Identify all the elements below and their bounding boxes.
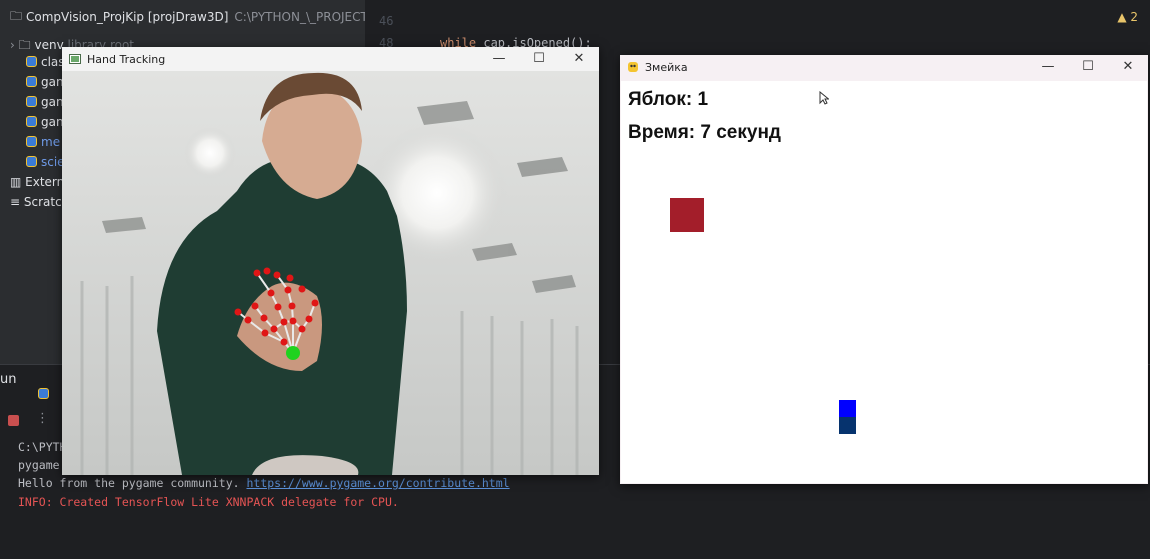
more-options-icon[interactable]: ⋮ xyxy=(36,411,49,426)
library-icon: ▥ xyxy=(10,175,26,189)
console-line: C:\PYTH xyxy=(18,440,67,454)
python-file-icon xyxy=(26,96,37,107)
run-config-tab[interactable] xyxy=(38,383,53,402)
python-file-icon xyxy=(26,116,37,127)
snake-body-segment xyxy=(839,417,856,434)
line-number: 46 xyxy=(379,14,394,28)
tree-item-label: gan xyxy=(41,75,64,89)
elapsed-time: Время: 7 секунд xyxy=(628,122,781,143)
console-link[interactable]: https://www.pygame.org/contribute.html xyxy=(246,476,509,490)
python-file-icon xyxy=(26,136,37,147)
pygame-snake-icon xyxy=(628,62,638,72)
python-file-icon xyxy=(26,56,37,67)
tree-item-file[interactable]: gan xyxy=(26,75,64,89)
folder-icon: 🗀 xyxy=(18,38,31,52)
window-controls: — ☐ ✕ xyxy=(1028,55,1148,79)
tree-item-file[interactable]: gan xyxy=(26,95,64,109)
tree-item-file[interactable]: me xyxy=(26,135,60,149)
folder-icon: 🗀 xyxy=(10,8,23,23)
close-button[interactable]: ✕ xyxy=(559,47,599,71)
python-file-icon xyxy=(38,388,49,399)
tree-item-label: Extern xyxy=(25,175,65,189)
warning-count: 2 xyxy=(1130,10,1138,24)
apple-score: Яблок: 1 xyxy=(628,89,709,110)
console-line: pygame xyxy=(18,458,60,472)
run-tab-label: un xyxy=(0,372,17,387)
window-title: Hand Tracking xyxy=(87,52,166,66)
chevron-right-icon: › xyxy=(10,38,15,52)
close-button[interactable]: ✕ xyxy=(1108,55,1148,79)
minimize-button[interactable]: — xyxy=(1028,55,1068,79)
scratches-icon: ≡ xyxy=(10,195,24,209)
tree-item-file[interactable]: scie xyxy=(26,155,65,169)
snake-game-window[interactable]: Змейка — ☐ ✕ Яблок: 1 Время: 7 секунд xyxy=(620,55,1148,484)
app-window-icon xyxy=(69,54,81,64)
tree-item-label: gan xyxy=(41,115,64,129)
tree-item-scratches[interactable]: ≡ Scratc xyxy=(10,195,62,209)
console-error-line: INFO: Created TensorFlow Lite XNNPACK de… xyxy=(18,495,399,509)
stop-icon[interactable] xyxy=(8,415,19,426)
minimize-button[interactable]: — xyxy=(479,47,519,71)
ide-title-bar: 🗀 CompVision_ProjKip [projDraw3D] C:\PYT… xyxy=(0,0,365,34)
project-path: C:\PYTHON_\_PROJECT_ xyxy=(234,10,365,24)
tree-item-file[interactable]: gan xyxy=(26,115,64,129)
snake-head xyxy=(839,400,856,417)
window-title: Змейка xyxy=(645,60,688,74)
project-title[interactable]: CompVision_ProjKip [projDraw3D] xyxy=(26,10,228,24)
game-canvas[interactable]: Яблок: 1 Время: 7 секунд xyxy=(621,81,1147,483)
tree-item-label: me xyxy=(41,135,61,149)
tree-item-external-libraries[interactable]: ▥ Extern xyxy=(10,175,64,189)
tree-item-label: Scratc xyxy=(23,195,62,209)
tree-item-file[interactable]: clas xyxy=(26,55,65,69)
maximize-button[interactable]: ☐ xyxy=(519,47,559,71)
apple-block xyxy=(670,198,704,232)
python-file-icon xyxy=(26,156,37,167)
tree-item-label: venv xyxy=(34,38,64,52)
camera-frame-image xyxy=(62,71,599,475)
hand-tracking-window[interactable]: Hand Tracking — ☐ ✕ xyxy=(62,47,599,475)
window-controls: — ☐ ✕ xyxy=(479,47,599,71)
tree-item-label: clas xyxy=(41,55,65,69)
warning-indicator[interactable]: ▲ 2 xyxy=(1117,10,1138,24)
python-file-icon xyxy=(26,76,37,87)
tree-item-label: gan xyxy=(41,95,64,109)
run-tab[interactable]: un xyxy=(0,372,16,387)
mouse-cursor-icon xyxy=(819,91,829,105)
console-text: Hello from the pygame community. xyxy=(18,476,247,490)
console-line: Hello from the pygame community. https:/… xyxy=(18,476,510,490)
maximize-button[interactable]: ☐ xyxy=(1068,55,1108,79)
camera-feed xyxy=(62,71,599,475)
